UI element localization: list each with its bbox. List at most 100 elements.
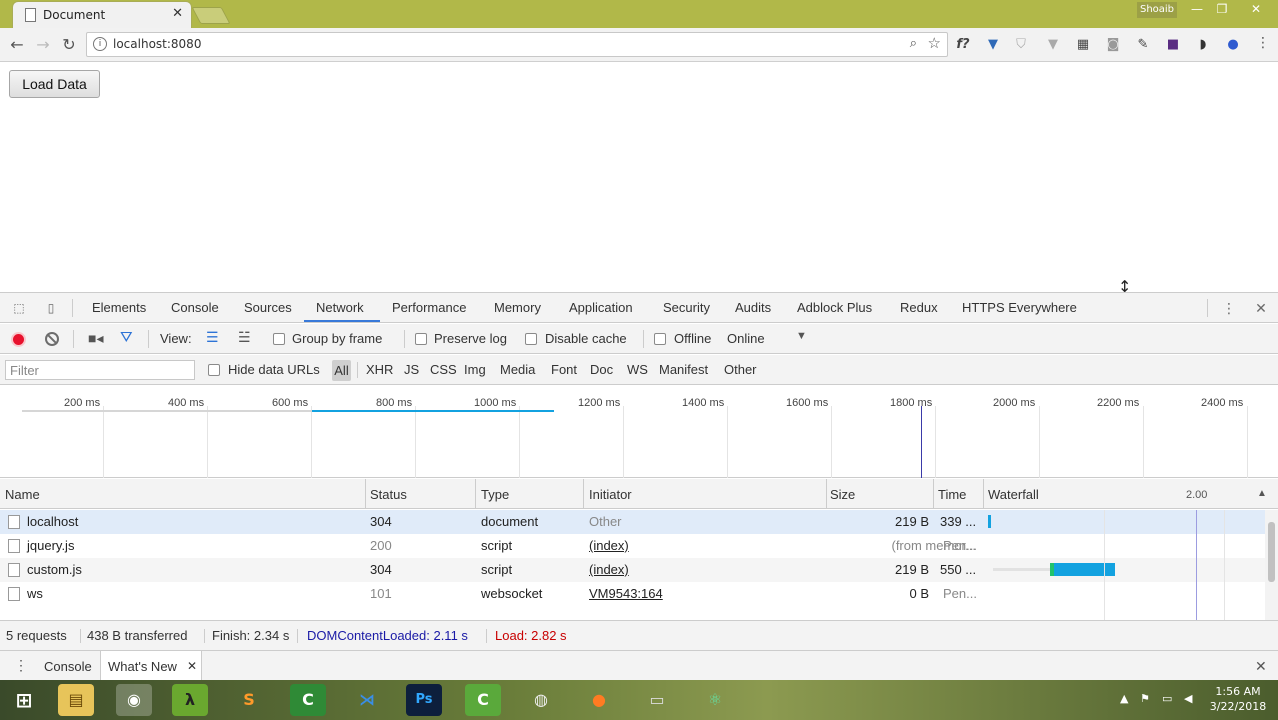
new-tab-button[interactable] [191, 7, 231, 24]
app-circle-icon[interactable]: ◍ [523, 684, 559, 716]
chrome-icon[interactable]: ◉ [116, 684, 152, 716]
tab-adblock-plus[interactable]: Adblock Plus [797, 300, 872, 315]
tab-redux[interactable]: Redux [900, 300, 938, 315]
firefox-icon[interactable]: ● [581, 684, 617, 716]
large-rows-icon[interactable]: ☰ [206, 329, 219, 346]
back-button[interactable]: ← [6, 34, 28, 56]
offline-label[interactable]: Offline [674, 331, 711, 346]
tab-performance[interactable]: Performance [392, 300, 466, 315]
photoshop-icon[interactable]: Ps [406, 684, 442, 716]
column-name[interactable]: Name [5, 487, 40, 502]
tab-elements[interactable]: Elements [92, 300, 146, 315]
row-initiator[interactable]: (index) [589, 562, 629, 577]
minimize-button[interactable]: — [1183, 2, 1211, 20]
lambda-app-icon[interactable]: λ [172, 684, 208, 716]
file-explorer-icon[interactable]: ▤ [58, 684, 94, 716]
column-time[interactable]: Time [938, 487, 966, 502]
column-initiator[interactable]: Initiator [589, 487, 632, 502]
column-size[interactable]: Size [830, 487, 855, 502]
disable-cache-checkbox[interactable] [525, 333, 537, 345]
group-by-frame-label[interactable]: Group by frame [292, 331, 382, 346]
zoom-icon[interactable]: ⌕ [910, 36, 917, 51]
preserve-log-checkbox[interactable] [415, 333, 427, 345]
address-bar[interactable]: i localhost:8080 ⌕ ☆ [86, 32, 948, 57]
window-switcher-icon[interactable]: ▭ [639, 684, 675, 716]
info-icon[interactable]: i [93, 37, 107, 51]
inspect-element-icon[interactable]: ⬚ [11, 301, 27, 315]
throttling-select[interactable]: Online [727, 331, 765, 346]
tab-application[interactable]: Application [569, 300, 633, 315]
tray-chevron-icon[interactable]: ▲ [1120, 692, 1128, 705]
extension-v-icon[interactable]: ▼ [984, 36, 1002, 54]
close-drawer-icon[interactable]: ✕ [1255, 658, 1267, 675]
row-initiator[interactable]: VM9543:164 [589, 586, 663, 601]
restore-button[interactable]: ❐ [1208, 2, 1236, 20]
extension-box-icon[interactable]: ■ [1164, 36, 1182, 54]
close-devtools-icon[interactable]: ✕ [1253, 301, 1269, 317]
browser-menu-icon[interactable]: ⋮ [1256, 35, 1270, 51]
profile-name[interactable]: Shoaib [1137, 2, 1177, 18]
column-type[interactable]: Type [481, 487, 509, 502]
screenshot-camera-icon[interactable]: ■◂ [88, 330, 103, 347]
load-data-button[interactable]: Load Data [9, 70, 100, 98]
preserve-log-label[interactable]: Preserve log [434, 331, 507, 346]
clear-icon[interactable] [45, 332, 59, 346]
waterfall-view-icon[interactable]: ☱ [238, 329, 251, 346]
system-clock[interactable]: 1:56 AM 3/22/2018 [1206, 684, 1270, 714]
atom-editor-icon[interactable]: ⚛ [697, 684, 733, 716]
filter-input[interactable] [5, 360, 195, 380]
filter-type-ws[interactable]: WS [627, 362, 648, 377]
extension-eyedropper-icon[interactable]: ✎ [1134, 36, 1152, 54]
forward-button[interactable]: → [32, 34, 54, 56]
tab-sources[interactable]: Sources [244, 300, 292, 315]
table-row[interactable]: jquery.js 200 script (index) (from memor… [0, 534, 1265, 558]
drawer-tab-whats-new[interactable]: What's New ✕ [100, 651, 202, 682]
filter-type-all[interactable]: All [332, 360, 351, 381]
browser-tab[interactable]: Document ✕ [12, 1, 192, 28]
hide-data-urls-label[interactable]: Hide data URLs [228, 362, 320, 377]
tray-network-icon[interactable]: ▭ [1162, 692, 1172, 705]
url-text[interactable]: localhost:8080 [113, 37, 201, 51]
camtasia-icon[interactable]: C [290, 684, 326, 716]
tray-flag-icon[interactable]: ⚑ [1140, 692, 1150, 705]
extension-shield-icon[interactable]: ⛉ [1012, 36, 1030, 54]
table-row[interactable]: custom.js 304 script (index) 219 B 550 .… [0, 558, 1265, 582]
tab-network[interactable]: Network [316, 300, 364, 315]
filter-type-img[interactable]: Img [464, 362, 486, 377]
close-drawer-tab-icon[interactable]: ✕ [187, 659, 197, 673]
filter-type-doc[interactable]: Doc [590, 362, 613, 377]
visual-studio-code-icon[interactable]: ⋊ [349, 684, 385, 716]
extension-camera-icon[interactable]: ◙ [1104, 36, 1122, 54]
drawer-tab-console[interactable]: Console [44, 651, 92, 682]
tab-close-icon[interactable]: ✕ [172, 6, 183, 21]
reload-button[interactable]: ↻ [58, 34, 80, 56]
tab-console[interactable]: Console [171, 300, 219, 315]
filter-type-js[interactable]: JS [404, 362, 419, 377]
tab-audits[interactable]: Audits [735, 300, 771, 315]
device-toolbar-icon[interactable]: ▯ [43, 301, 59, 315]
table-row[interactable]: ws 101 websocket VM9543:164 0 B Pen... [0, 582, 1265, 606]
sort-arrow-icon[interactable]: ▲ [1257, 488, 1267, 499]
tab-https-everywhere[interactable]: HTTPS Everywhere [962, 300, 1077, 315]
group-by-frame-checkbox[interactable] [273, 333, 285, 345]
chevron-down-icon[interactable]: ▼ [796, 330, 807, 342]
drawer-menu-icon[interactable]: ⋮ [14, 657, 28, 674]
extension-circle-icon[interactable]: ● [1224, 36, 1242, 54]
sublime-text-icon[interactable]: S [231, 684, 267, 716]
extension-filter-icon[interactable]: ▼ [1044, 36, 1062, 54]
filter-type-manifest[interactable]: Manifest [659, 362, 708, 377]
filter-type-media[interactable]: Media [500, 362, 535, 377]
filter-type-xhr[interactable]: XHR [366, 362, 393, 377]
column-status[interactable]: Status [370, 487, 407, 502]
disable-cache-label[interactable]: Disable cache [545, 331, 627, 346]
extension-film-icon[interactable]: ▦ [1074, 36, 1092, 54]
network-overview[interactable]: 200 ms 400 ms 600 ms 800 ms 1000 ms 1200… [0, 386, 1278, 478]
extension-f-icon[interactable]: f? [954, 36, 972, 54]
close-window-button[interactable]: ✕ [1242, 2, 1270, 20]
tab-memory[interactable]: Memory [494, 300, 541, 315]
devtools-menu-icon[interactable]: ⋮ [1221, 301, 1237, 317]
scrollbar-thumb[interactable] [1268, 522, 1275, 582]
bookmark-star-icon[interactable]: ☆ [928, 34, 941, 52]
hide-data-urls-checkbox[interactable] [208, 364, 220, 376]
table-row[interactable]: localhost 304 document Other 219 B 339 .… [0, 510, 1265, 534]
